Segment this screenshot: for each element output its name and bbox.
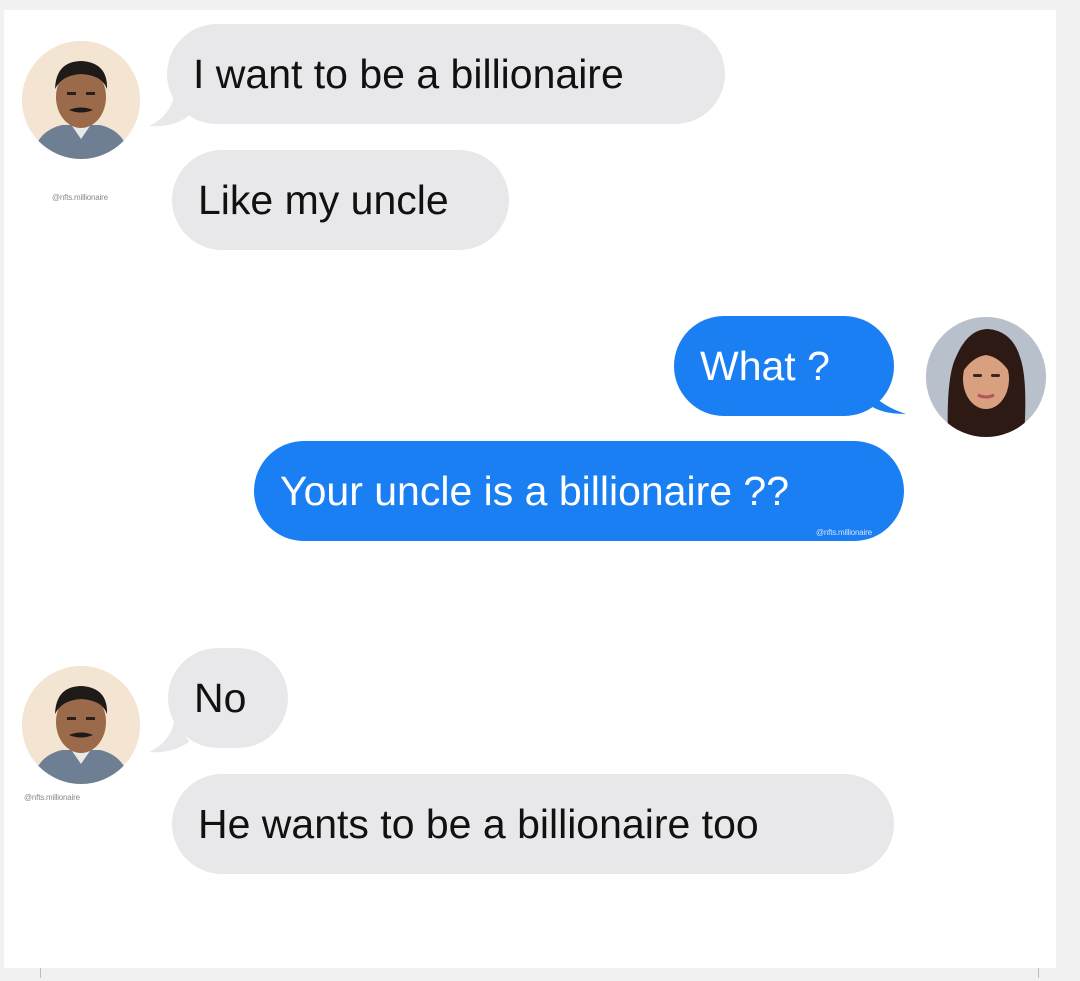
message-text: Like my uncle: [198, 177, 449, 223]
divider-tick-left: [40, 968, 41, 978]
message-bubble-received: He wants to be a billionaire too: [172, 774, 894, 874]
message-text: No: [194, 675, 247, 721]
watermark-top-left: @nfts.millionaire: [52, 193, 108, 202]
sender-avatar-man: [22, 41, 140, 159]
message-bubble-sent: What ?: [674, 316, 894, 416]
message-text: What ?: [700, 343, 830, 389]
man-portrait-icon: [22, 666, 140, 784]
message-bubble-received: I want to be a billionaire: [167, 24, 725, 124]
message-text: I want to be a billionaire: [193, 51, 624, 97]
man-portrait-icon: [22, 41, 140, 159]
message-bubble-received: Like my uncle: [172, 150, 509, 250]
woman-portrait-icon: [926, 317, 1046, 437]
watermark-bottom-left: @nfts.millionaire: [24, 793, 80, 802]
watermark-middle: @nfts.millionaire: [816, 528, 872, 537]
message-text: He wants to be a billionaire too: [198, 801, 759, 847]
message-bubble-sent: Your uncle is a billionaire ??: [254, 441, 904, 541]
chat-screenshot: @nfts.millionaire I want to be a billion…: [4, 10, 1056, 968]
message-text: Your uncle is a billionaire ??: [280, 468, 790, 514]
recipient-avatar-woman: [926, 317, 1046, 437]
divider-tick-right: [1038, 968, 1039, 978]
sender-avatar-man: [22, 666, 140, 784]
message-bubble-received: No: [168, 648, 288, 748]
